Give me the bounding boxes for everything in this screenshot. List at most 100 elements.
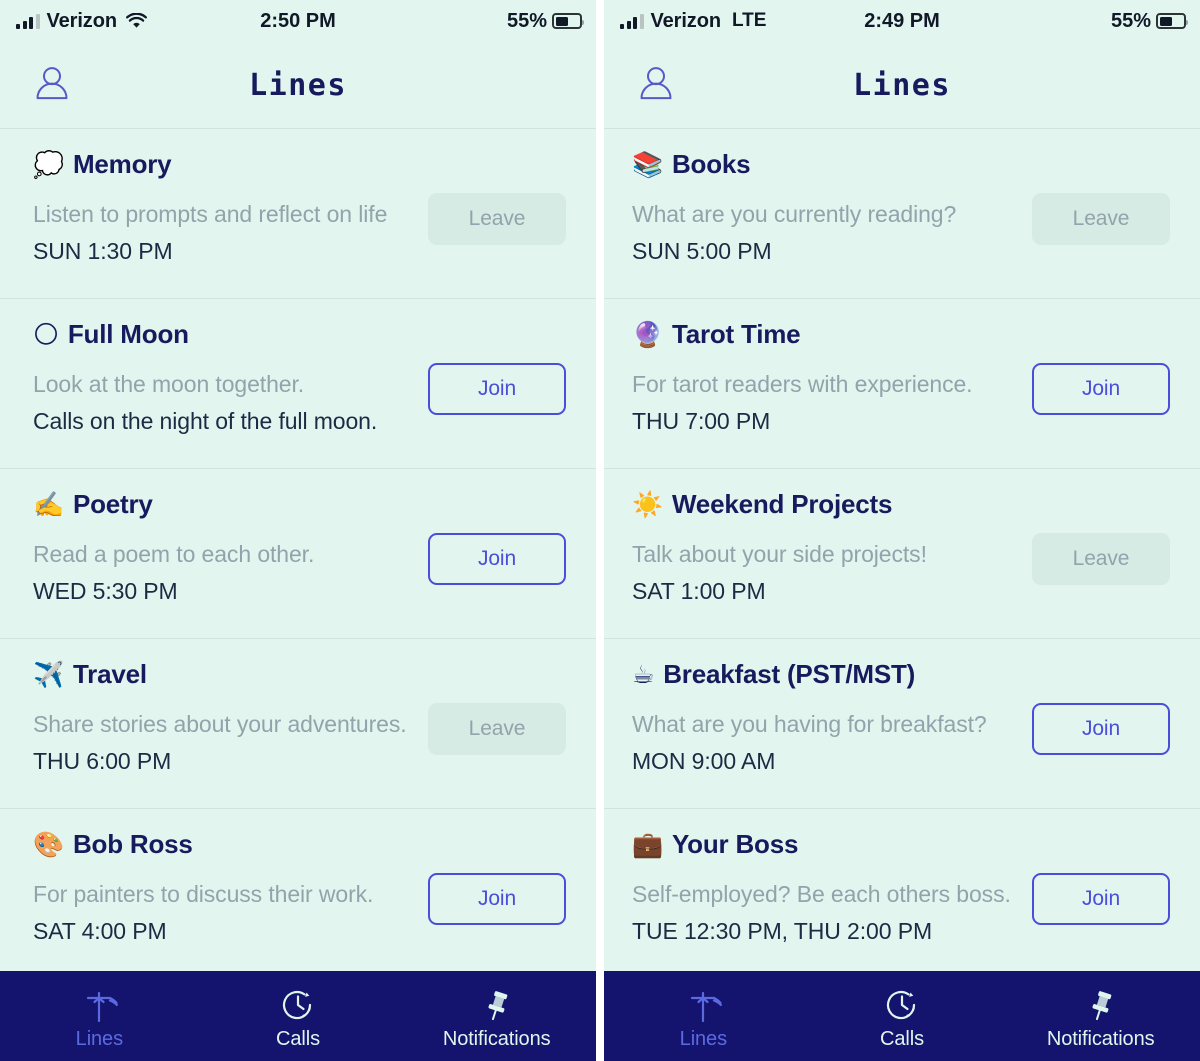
tab-notifications[interactable]: Notifications [397,971,596,1061]
list-item-title-row: ☀️ Weekend Projects [632,489,1032,521]
carrier-name: Verizon [46,9,118,32]
utility-pole-icon [684,985,723,1025]
list-item-schedule: Calls on the night of the full moon. [33,408,378,435]
person-icon [36,67,68,100]
list-item[interactable]: 🔮 Tarot Time For tarot readers with expe… [604,299,1200,469]
list-item[interactable]: 🎨 Bob Ross For painters to discuss their… [0,809,596,971]
list-item-schedule: WED 5:30 PM [33,578,178,605]
list-item-title-row: 💭 Memory [33,149,428,181]
list-item[interactable]: ☕ Breakfast (PST/MST) What are you havin… [604,639,1200,809]
list-item[interactable]: 💼 Your Boss Self-employed? Be each other… [604,809,1200,971]
list-item-content: 💭 Memory Listen to prompts and reflect o… [33,149,428,266]
list-item-title: Breakfast (PST/MST) [663,659,916,689]
list-item[interactable]: ✈️ Travel Share stories about your adven… [0,639,596,809]
list-item-schedule: SAT 1:00 PM [632,578,766,605]
list-item-action-wrap: Leave [1032,149,1170,245]
list-item-title: Books [671,149,751,179]
status-bar-left: Verizon [16,10,147,33]
list-item-action-wrap: Leave [428,659,566,755]
list-item-title: Tarot Time [671,319,801,349]
list-item-content: 🌕 Full Moon Look at the moon together. C… [33,319,428,436]
tab-lines[interactable]: Lines [604,971,803,1061]
phone-screen-left: Verizon 2:50 PM 55% Lines 💭 Memory Liste… [0,0,600,1061]
status-bar: Verizon LTE 2:49 PM 55% [604,0,1200,42]
tab-lines[interactable]: Lines [0,971,199,1061]
list-item-schedule: TUE 12:30 PM, THU 2:00 PM [632,918,933,945]
list-item-content: ✍️ Poetry Read a poem to each other. WED… [33,489,428,606]
nav-header: Lines [604,42,1200,129]
list-item-schedule: SUN 5:00 PM [632,238,772,265]
list-item-title-row: ✈️ Travel [33,659,428,691]
tab-calls[interactable]: Calls [803,971,1002,1061]
list-item-action-wrap: Join [1032,319,1170,415]
list-item[interactable]: 📚 Books What are you currently reading? … [604,129,1200,299]
list-item-action-wrap: Join [1032,659,1170,755]
list-item-subtitle: Look at the moon together. [33,370,305,397]
nav-header: Lines [0,42,596,129]
leave-button[interactable]: Leave [428,193,566,245]
leave-button[interactable]: Leave [1032,533,1170,585]
dual-screenshot-stage: Verizon 2:50 PM 55% Lines 💭 Memory Liste… [0,0,1200,1061]
tab-calls[interactable]: Calls [199,971,398,1061]
list-item-title: Full Moon [67,319,189,349]
list-item-content: ☀️ Weekend Projects Talk about your side… [632,489,1032,606]
list-item-title-row: 🔮 Tarot Time [632,319,1032,351]
full-moon-emoji: 🌕 [33,320,59,350]
list-item-content: ☕ Breakfast (PST/MST) What are you havin… [632,659,1032,776]
list-item-subtitle: Share stories about your adventures. [33,710,407,737]
list-item-content: 💼 Your Boss Self-employed? Be each other… [632,829,1032,946]
list-item-title-row: ☕ Breakfast (PST/MST) [632,659,1032,691]
tab-label: Calls [276,1028,320,1050]
page-title: Lines [853,67,951,103]
crystal-ball-emoji: 🔮 [632,320,663,350]
cellular-signal-icon [620,13,644,29]
list-item-content: 📚 Books What are you currently reading? … [632,149,1032,266]
list-item-action-wrap: Join [428,319,566,415]
list-item-title-row: 📚 Books [632,149,1032,181]
wifi-icon [125,13,147,28]
tab-label: Lines [679,1028,727,1050]
page-title: Lines [249,67,347,103]
list-item[interactable]: ☀️ Weekend Projects Talk about your side… [604,469,1200,639]
join-button[interactable]: Join [1032,703,1170,755]
list-item-subtitle: What are you currently reading? [632,200,957,227]
list-item[interactable]: ✍️ Poetry Read a poem to each other. WED… [0,469,596,639]
tab-notifications[interactable]: Notifications [1001,971,1200,1061]
battery-icon [552,13,584,29]
artist-palette-emoji: 🎨 [33,830,64,860]
airplane-emoji: ✈️ [33,660,64,690]
list-item-title-row: ✍️ Poetry [33,489,428,521]
join-button[interactable]: Join [1032,363,1170,415]
battery-percent: 55% [506,9,547,32]
list-item-schedule: MON 9:00 AM [632,748,776,775]
list-item-subtitle: For tarot readers with experience. [632,370,973,397]
join-button[interactable]: Join [428,363,566,415]
profile-button[interactable] [634,62,678,106]
hot-beverage-emoji: ☕ [632,660,655,690]
lines-list: 📚 Books What are you currently reading? … [604,129,1200,971]
leave-button[interactable]: Leave [428,703,566,755]
clock-history-icon [883,985,921,1025]
bottom-tab-bar: Lines Calls Notifications [0,971,596,1061]
bottom-tab-bar: Lines Calls Notifications [604,971,1200,1061]
list-item-subtitle: For painters to discuss their work. [33,880,374,907]
network-type-label: LTE [731,10,767,31]
join-button[interactable]: Join [428,533,566,585]
tab-label: Lines [75,1028,123,1050]
list-item-action-wrap: Join [1032,829,1170,925]
list-item-schedule: SUN 1:30 PM [33,238,173,265]
list-item-schedule: THU 6:00 PM [33,748,172,775]
list-item[interactable]: 💭 Memory Listen to prompts and reflect o… [0,129,596,299]
writing-hand-emoji: ✍️ [33,490,64,520]
list-item-content: 🔮 Tarot Time For tarot readers with expe… [632,319,1032,436]
leave-button[interactable]: Leave [1032,193,1170,245]
battery-icon [1156,13,1188,29]
tab-label: Calls [880,1028,924,1050]
list-item[interactable]: 🌕 Full Moon Look at the moon together. C… [0,299,596,469]
join-button[interactable]: Join [428,873,566,925]
status-bar-left: Verizon LTE [620,10,766,33]
list-item-title: Memory [72,149,172,179]
utility-pole-icon [80,985,119,1025]
profile-button[interactable] [30,62,74,106]
join-button[interactable]: Join [1032,873,1170,925]
